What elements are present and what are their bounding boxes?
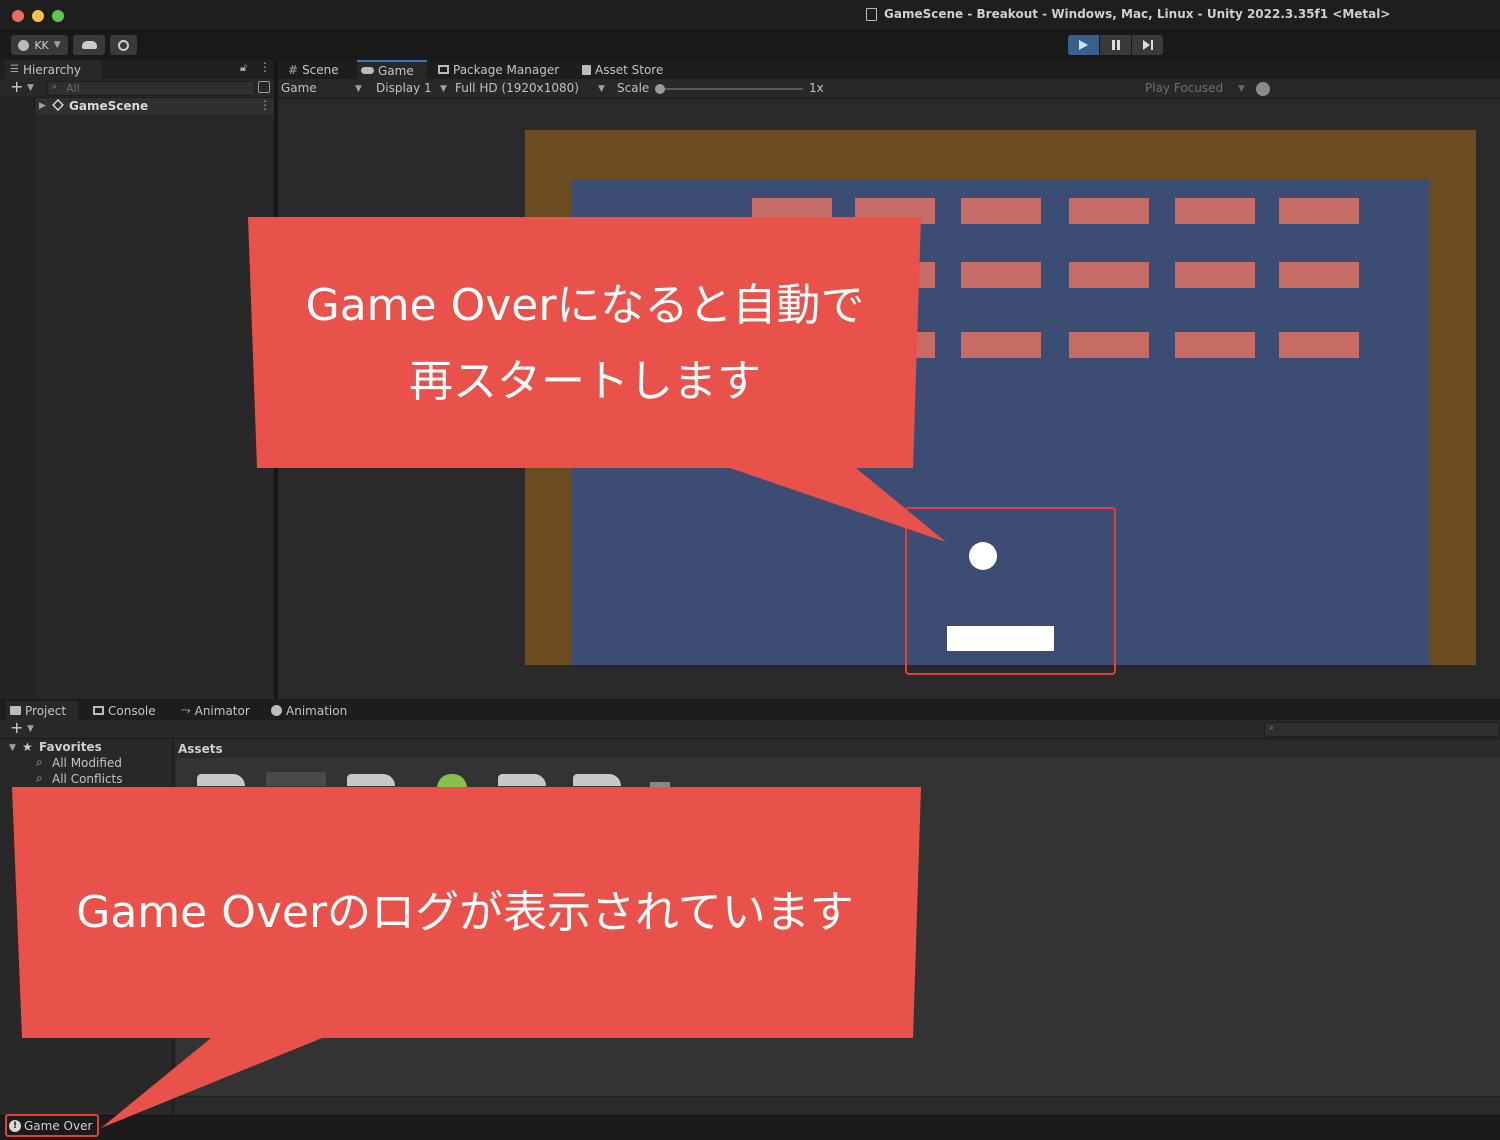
callout-bottom-bubble [12, 787, 921, 1128]
callout-top-line2: 再スタートします [409, 356, 761, 407]
callout-shapes [12, 217, 946, 1128]
callout-top-line1: Game Overになると自動で [305, 280, 865, 331]
callout-bottom-text: Game Overのログが表示されています [76, 887, 854, 938]
